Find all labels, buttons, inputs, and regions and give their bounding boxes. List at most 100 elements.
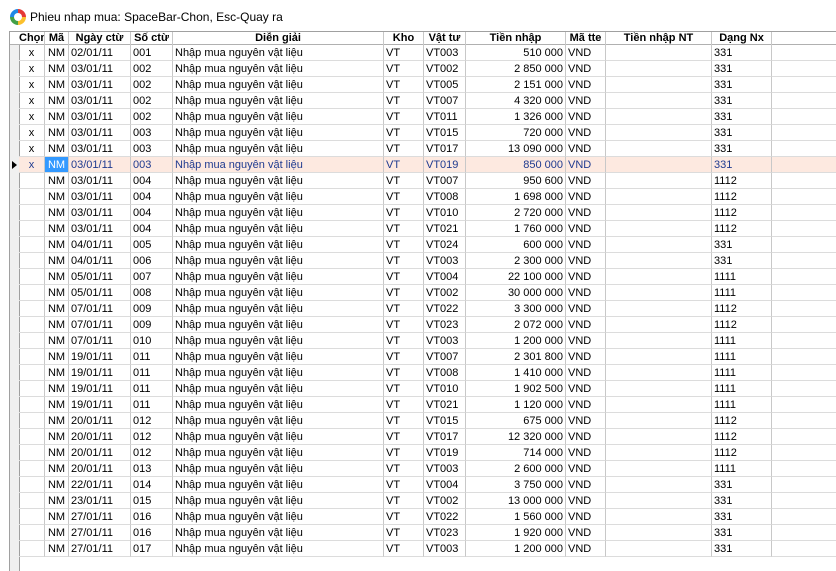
cell-vattu[interactable]: VT004 [424,269,466,285]
cell-kho[interactable]: VT [384,333,424,349]
cell-chon[interactable] [19,461,45,477]
cell-kho[interactable]: VT [384,477,424,493]
cell-dang[interactable]: 1112 [712,221,772,237]
cell-dang[interactable]: 1112 [712,445,772,461]
cell-tien[interactable]: 950 600 [466,173,566,189]
cell-kho[interactable]: VT [384,525,424,541]
cell-matte[interactable]: VND [566,269,606,285]
cell-dien[interactable]: Nhập mua nguyên vật liệu [173,77,384,93]
cell-tiennt[interactable] [606,269,712,285]
cell-chon[interactable] [19,285,45,301]
cell-vattu[interactable]: VT021 [424,221,466,237]
table-row[interactable]: NM 20/01/11 012 Nhập mua nguyên vật liệu VT V… [10,413,836,429]
cell-tien[interactable]: 12 320 000 [466,429,566,445]
cell-kho[interactable]: VT [384,125,424,141]
cell-ma[interactable]: NM [45,237,69,253]
cell-kho[interactable]: VT [384,317,424,333]
cell-kho[interactable]: VT [384,77,424,93]
cell-dang[interactable]: 331 [712,237,772,253]
cell-tiennt[interactable] [606,365,712,381]
cell-chon[interactable]: x [19,141,45,157]
cell-matte[interactable]: VND [566,429,606,445]
cell-tiennt[interactable] [606,189,712,205]
cell-vattu[interactable]: VT019 [424,157,466,173]
cell-tiennt[interactable] [606,141,712,157]
cell-dang[interactable]: 1111 [712,397,772,413]
cell-so[interactable]: 017 [131,541,173,557]
cell-tien[interactable]: 2 151 000 [466,77,566,93]
cell-tiennt[interactable] [606,525,712,541]
cell-tiennt[interactable] [606,125,712,141]
cell-vattu[interactable]: VT005 [424,77,466,93]
cell-dien[interactable]: Nhập mua nguyên vật liệu [173,141,384,157]
table-row[interactable]: x NM 03/01/11 002 Nhập mua nguyên vật liệu VT… [10,93,836,109]
cell-chon[interactable] [19,365,45,381]
cell-chon[interactable] [19,541,45,557]
cell-chon[interactable] [19,525,45,541]
cell-chon[interactable] [19,429,45,445]
cell-ma[interactable]: NM [45,125,69,141]
cell-ngay[interactable]: 03/01/11 [69,205,131,221]
cell-kho[interactable]: VT [384,413,424,429]
cell-dang[interactable]: 1112 [712,173,772,189]
cell-chon[interactable]: x [19,93,45,109]
cell-so[interactable]: 014 [131,477,173,493]
cell-vattu[interactable]: VT015 [424,125,466,141]
cell-ngay[interactable]: 27/01/11 [69,509,131,525]
cell-tien[interactable]: 675 000 [466,413,566,429]
cell-kho[interactable]: VT [384,445,424,461]
cell-tiennt[interactable] [606,429,712,445]
cell-chon[interactable] [19,493,45,509]
cell-extra[interactable] [772,285,836,301]
cell-tien[interactable]: 13 090 000 [466,141,566,157]
cell-ma[interactable]: NM [45,157,69,173]
cell-dang[interactable]: 1111 [712,285,772,301]
cell-matte[interactable]: VND [566,509,606,525]
cell-extra[interactable] [772,45,836,61]
cell-so[interactable]: 011 [131,349,173,365]
cell-tien[interactable]: 510 000 [466,45,566,61]
cell-ma[interactable]: NM [45,301,69,317]
cell-ma[interactable]: NM [45,461,69,477]
cell-so[interactable]: 002 [131,77,173,93]
cell-kho[interactable]: VT [384,189,424,205]
cell-matte[interactable]: VND [566,189,606,205]
cell-tiennt[interactable] [606,61,712,77]
cell-extra[interactable] [772,349,836,365]
cell-kho[interactable]: VT [384,269,424,285]
cell-matte[interactable]: VND [566,493,606,509]
cell-ma[interactable]: NM [45,445,69,461]
cell-vattu[interactable]: VT007 [424,93,466,109]
cell-so[interactable]: 011 [131,381,173,397]
cell-dien[interactable]: Nhập mua nguyên vật liệu [173,509,384,525]
cell-kho[interactable]: VT [384,93,424,109]
cell-matte[interactable]: VND [566,205,606,221]
cell-so[interactable]: 012 [131,413,173,429]
cell-ma[interactable]: NM [45,477,69,493]
cell-extra[interactable] [772,77,836,93]
table-row[interactable]: NM 03/01/11 004 Nhập mua nguyên vật liệu VT V… [10,221,836,237]
cell-ma[interactable]: NM [45,493,69,509]
cell-so[interactable]: 007 [131,269,173,285]
cell-so[interactable]: 008 [131,285,173,301]
cell-so[interactable]: 016 [131,509,173,525]
cell-dien[interactable]: Nhập mua nguyên vật liệu [173,173,384,189]
cell-matte[interactable]: VND [566,445,606,461]
cell-dien[interactable]: Nhập mua nguyên vật liệu [173,189,384,205]
cell-matte[interactable]: VND [566,237,606,253]
table-row[interactable]: NM 27/01/11 016 Nhập mua nguyên vật liệu VT V… [10,525,836,541]
cell-dang[interactable]: 1112 [712,413,772,429]
cell-vattu[interactable]: VT019 [424,445,466,461]
cell-vattu[interactable]: VT003 [424,333,466,349]
cell-dang[interactable]: 331 [712,61,772,77]
cell-ma[interactable]: NM [45,397,69,413]
cell-so[interactable]: 016 [131,525,173,541]
cell-tien[interactable]: 2 301 800 [466,349,566,365]
cell-vattu[interactable]: VT003 [424,541,466,557]
cell-tien[interactable]: 600 000 [466,237,566,253]
cell-chon[interactable]: x [19,125,45,141]
cell-ngay[interactable]: 19/01/11 [69,349,131,365]
cell-tiennt[interactable] [606,157,712,173]
table-row[interactable]: NM 19/01/11 011 Nhập mua nguyên vật liệu VT V… [10,381,836,397]
cell-kho[interactable]: VT [384,157,424,173]
